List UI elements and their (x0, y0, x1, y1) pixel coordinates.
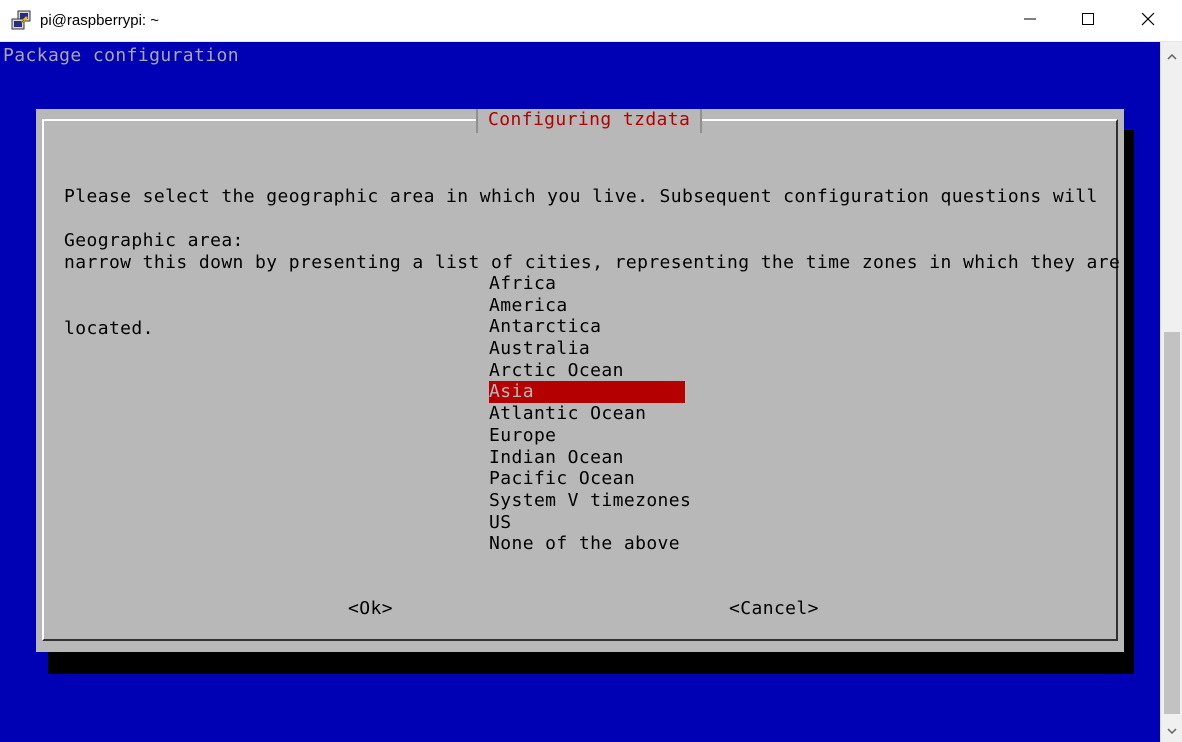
area-item-none-of-the-above[interactable]: None of the above (489, 533, 685, 555)
terminal-header: Package configuration (3, 45, 239, 66)
putty-icon[interactable] (10, 10, 32, 32)
area-item-us[interactable]: US (489, 512, 685, 534)
area-item-europe[interactable]: Europe (489, 425, 685, 447)
minimize-button[interactable] (1000, 0, 1060, 42)
scroll-thumb[interactable] (1164, 332, 1180, 714)
area-item-africa[interactable]: Africa (489, 273, 685, 295)
window-titlebar[interactable]: pi@raspberrypi: ~ (0, 0, 1182, 42)
ok-button[interactable]: <Ok> (348, 598, 393, 620)
scroll-up-button[interactable] (1161, 44, 1182, 66)
dialog-frame: Configuring tzdata Please select the geo… (42, 109, 1121, 641)
area-item-arctic-ocean[interactable]: Arctic Ocean (489, 360, 685, 382)
message-line: narrow this down by presenting a list of… (64, 252, 1121, 273)
chevron-down-icon (1167, 720, 1177, 739)
area-item-antarctica[interactable]: Antarctica (489, 316, 685, 338)
area-item-system-v-timezones[interactable]: System V timezones (489, 490, 691, 512)
message-line: Please select the geographic area in whi… (64, 186, 1098, 207)
geographic-area-list[interactable]: Africa America Antarctica Australia Arct… (489, 273, 691, 555)
chevron-up-icon (1167, 46, 1177, 65)
dialog-title: Configuring tzdata (476, 109, 703, 133)
cancel-button[interactable]: <Cancel> (729, 598, 819, 620)
scroll-down-button[interactable] (1161, 718, 1182, 740)
minimize-icon (1024, 12, 1036, 30)
area-item-pacific-ocean[interactable]: Pacific Ocean (489, 468, 685, 490)
maximize-icon (1082, 12, 1094, 30)
close-icon (1141, 12, 1155, 31)
geographic-area-label: Geographic area: (64, 230, 244, 251)
window-title: pi@raspberrypi: ~ (40, 12, 160, 29)
area-item-asia[interactable]: Asia (489, 381, 685, 404)
area-item-australia[interactable]: Australia (489, 338, 685, 360)
vertical-scrollbar[interactable] (1160, 42, 1182, 742)
area-item-atlantic-ocean[interactable]: Atlantic Ocean (489, 403, 685, 425)
tzdata-dialog: Configuring tzdata Please select the geo… (36, 109, 1124, 652)
area-item-america[interactable]: America (489, 295, 685, 317)
maximize-button[interactable] (1058, 0, 1118, 42)
close-button[interactable] (1118, 0, 1178, 42)
area-item-indian-ocean[interactable]: Indian Ocean (489, 447, 685, 469)
